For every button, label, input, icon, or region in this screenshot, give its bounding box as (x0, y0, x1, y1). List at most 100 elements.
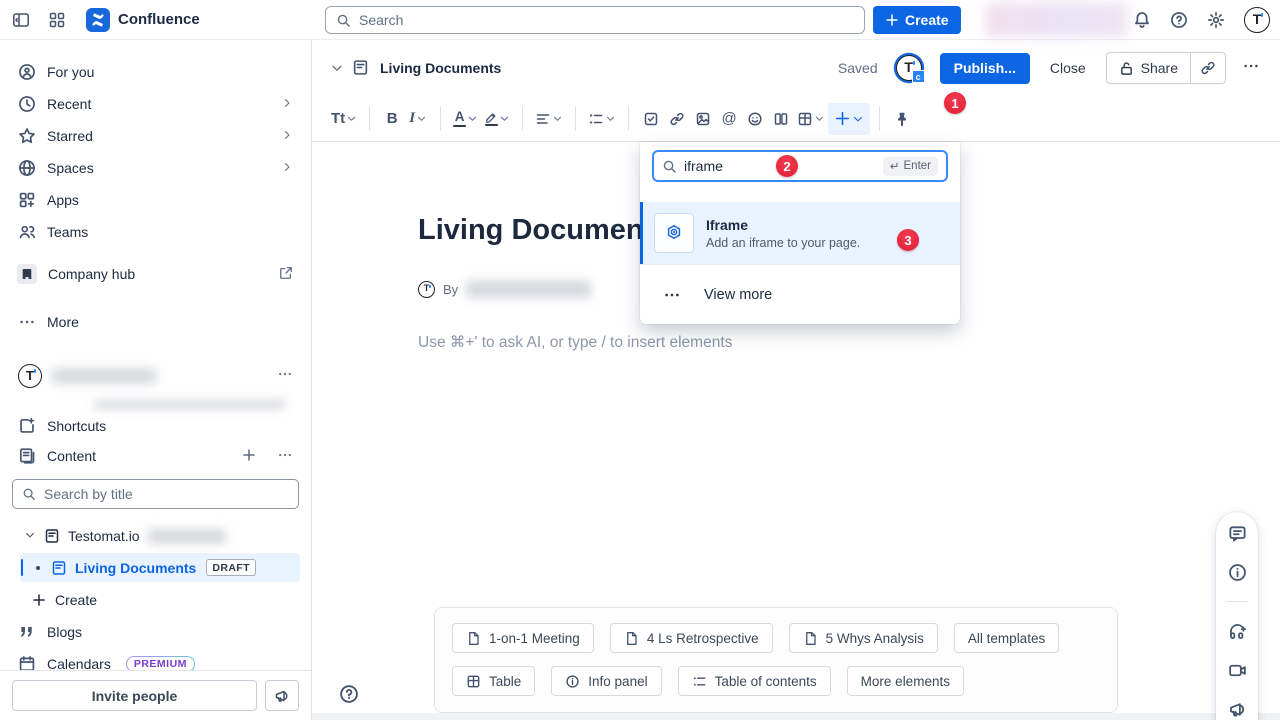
emoji-button[interactable] (742, 103, 768, 135)
mention-button[interactable]: @ (716, 103, 742, 135)
content-add-icon[interactable] (242, 448, 256, 465)
megaphone-icon[interactable] (1227, 699, 1247, 719)
header-more-icon[interactable] (1240, 57, 1262, 80)
space-header[interactable]: T (10, 360, 301, 392)
iframe-macro-icon (654, 213, 694, 253)
sidebar-item-more[interactable]: More (10, 306, 301, 338)
content-more-icon[interactable] (277, 447, 293, 466)
page-title[interactable]: Living Documents (418, 214, 669, 247)
global-search[interactable] (325, 6, 865, 34)
space-more-icon[interactable] (277, 366, 293, 387)
lists-button[interactable] (585, 103, 619, 135)
search-icon (22, 487, 36, 501)
dropdown-view-more[interactable]: View more (640, 265, 960, 324)
help-icon[interactable] (339, 684, 359, 704)
insert-table-button[interactable]: Table (452, 666, 535, 696)
page-icon (466, 631, 481, 646)
sidebar-collapse-icon[interactable] (12, 11, 30, 29)
sidebar-item-starred[interactable]: Starred (10, 120, 301, 152)
chevron-right-icon (281, 128, 293, 144)
content-search-input[interactable] (44, 486, 289, 502)
insert-link-button[interactable] (664, 103, 690, 135)
more-elements-button[interactable]: More elements (847, 666, 964, 696)
save-status: Saved (838, 60, 878, 76)
text-color-button[interactable]: A (450, 103, 481, 135)
pin-toolbar-button[interactable] (889, 103, 915, 135)
content-search[interactable] (12, 479, 299, 509)
video-icon[interactable] (1227, 660, 1247, 680)
comment-icon[interactable] (1227, 523, 1247, 543)
tree-create-button[interactable]: Create (10, 586, 301, 614)
page-icon (624, 631, 639, 646)
sidebar-item-calendars[interactable]: Calendars PREMIUM (10, 650, 301, 670)
element-search-field[interactable]: ↵ Enter (652, 150, 948, 182)
app-switcher-icon[interactable] (48, 11, 66, 29)
italic-button[interactable]: I (405, 103, 431, 135)
checkbox-icon (643, 111, 659, 127)
sidebar-item-for-you[interactable]: For you (10, 56, 301, 88)
confluence-logo[interactable] (86, 8, 110, 32)
search-input[interactable] (359, 12, 854, 28)
table-icon (797, 111, 813, 127)
feedback-megaphone-button[interactable] (265, 680, 299, 711)
chevron-down-icon[interactable] (330, 61, 344, 75)
publish-button[interactable]: Publish... (940, 53, 1030, 84)
page-icon (44, 528, 60, 544)
highlight-color-button[interactable] (481, 103, 513, 135)
collaborator-avatar[interactable]: T c (896, 55, 922, 81)
sidebar-item-recent[interactable]: Recent (10, 88, 301, 120)
insert-element-button[interactable] (828, 103, 870, 135)
headphones-add-icon[interactable] (1227, 621, 1247, 641)
chevron-down-icon (605, 113, 616, 124)
invite-people-button[interactable]: Invite people (12, 680, 257, 711)
page-icon (352, 59, 370, 77)
layouts-button[interactable] (768, 103, 794, 135)
chevron-down-icon (814, 113, 825, 124)
template-5-whys-analysis[interactable]: 5 Whys Analysis (789, 623, 938, 653)
create-button[interactable]: Create (873, 6, 961, 34)
clock-icon (18, 95, 36, 113)
gear-icon[interactable] (1207, 11, 1225, 29)
info-icon[interactable] (1227, 562, 1247, 582)
bold-button[interactable]: B (379, 103, 405, 135)
template-4ls-retrospective[interactable]: 4 Ls Retrospective (610, 623, 773, 653)
top-navigation-bar: Confluence Create T (0, 0, 1280, 40)
tree-item-living-documents[interactable]: Living Documents DRAFT (20, 553, 300, 582)
all-templates-button[interactable]: All templates (954, 623, 1059, 653)
close-button[interactable]: Close (1044, 53, 1092, 84)
more-horizontal-icon (652, 286, 692, 304)
insert-image-button[interactable] (690, 103, 716, 135)
sidebar-footer: Invite people (0, 670, 311, 720)
sidebar-item-spaces[interactable]: Spaces (10, 152, 301, 184)
apps-grid-icon (18, 191, 36, 209)
share-button[interactable]: Share (1107, 53, 1190, 83)
sidebar-item-shortcuts[interactable]: Shortcuts (10, 411, 301, 441)
chevron-down-icon (467, 113, 478, 124)
sidebar-item-apps[interactable]: Apps (10, 184, 301, 216)
tree-item-root[interactable]: Testomat.io (10, 521, 301, 551)
bell-icon[interactable] (1133, 11, 1151, 29)
step-badge-2: 2 (776, 155, 798, 177)
alignment-button[interactable] (532, 103, 566, 135)
sidebar-item-teams[interactable]: Teams (10, 216, 301, 248)
breadcrumb[interactable]: Living Documents (380, 60, 501, 76)
pages-icon (18, 447, 36, 465)
insert-toc-button[interactable]: Table of contents (678, 666, 831, 696)
editor-main: Living Documents Saved T c Publish... Cl… (312, 40, 1280, 720)
sidebar-item-content[interactable]: Content (10, 441, 301, 471)
help-icon[interactable] (1170, 11, 1188, 29)
sidebar-item-company-hub[interactable]: Company hub (10, 258, 301, 290)
insert-info-panel-button[interactable]: Info panel (551, 666, 661, 696)
template-1-on-1-meeting[interactable]: 1-on-1 Meeting (452, 623, 594, 653)
copy-link-button[interactable] (1191, 53, 1225, 83)
table-button[interactable] (794, 103, 828, 135)
redacted-tree-suffix (148, 529, 226, 544)
sidebar-item-blogs[interactable]: Blogs (10, 618, 301, 646)
task-button[interactable] (638, 103, 664, 135)
text-styles-button[interactable]: Tt (328, 103, 360, 135)
collaborator-count-badge: c (912, 70, 925, 83)
editor-placeholder[interactable]: Use ⌘+' to ask AI, or type / to insert e… (418, 333, 732, 352)
user-avatar[interactable]: T (1244, 7, 1270, 33)
share-button-group: Share (1106, 52, 1226, 84)
app-name: Confluence (118, 11, 200, 28)
